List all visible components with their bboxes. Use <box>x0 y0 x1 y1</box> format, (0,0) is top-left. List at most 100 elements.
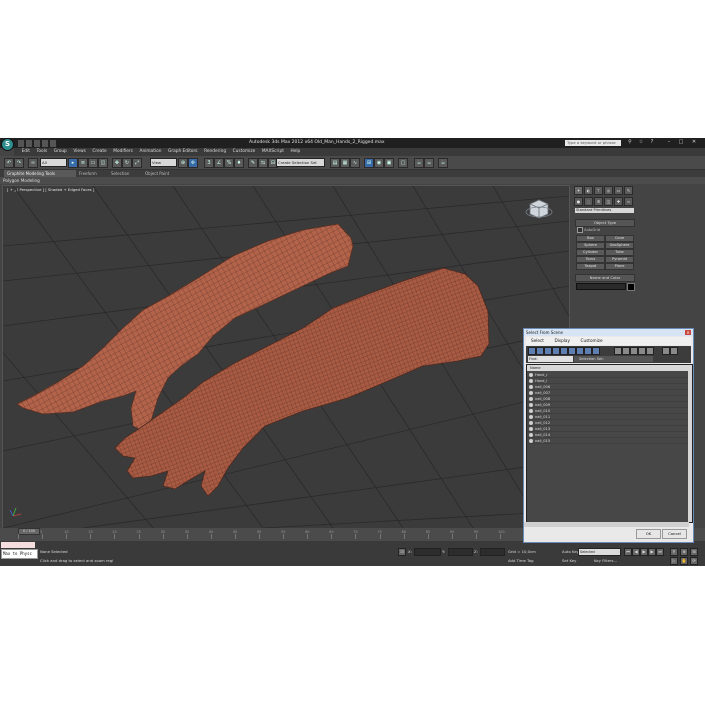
find-case-icon[interactable] <box>662 347 670 355</box>
rotate-icon[interactable]: ↻ <box>122 158 132 168</box>
dialog-title-bar[interactable]: Select From Scene ✕ <box>524 329 693 336</box>
undo-icon[interactable] <box>41 139 49 148</box>
box-button[interactable]: Box <box>576 235 605 242</box>
prev-frame-icon[interactable]: ◀ <box>632 548 640 556</box>
display-children-icon[interactable] <box>638 347 646 355</box>
link-icon[interactable]: ∞ <box>28 158 38 168</box>
menu-tools[interactable]: Tools <box>37 148 48 156</box>
layer-manager-icon[interactable]: ▤ <box>330 158 340 168</box>
key-filters-button[interactable]: Key Filters... <box>594 558 617 563</box>
app-logo-icon[interactable]: S <box>1 138 14 151</box>
select-invert-icon[interactable] <box>630 347 638 355</box>
menu-graph-editors[interactable]: Graph Editors <box>168 148 198 156</box>
object-type-rollout[interactable]: Object Type <box>575 219 635 227</box>
window-crossing-icon[interactable]: ◫ <box>98 158 108 168</box>
menu-views[interactable]: Views <box>73 148 85 156</box>
display-helpers-icon[interactable] <box>560 347 568 355</box>
name-column-header[interactable]: Name <box>527 365 692 371</box>
mirror-icon[interactable]: ⇆ <box>258 158 268 168</box>
name-and-color-rollout[interactable]: Name and Color <box>575 274 635 282</box>
teapot-button[interactable]: Teapot <box>576 263 605 270</box>
list-item[interactable]: nail_015 <box>527 438 689 444</box>
filter-icon[interactable] <box>670 347 678 355</box>
cameras-icon[interactable]: ◫ <box>604 197 613 206</box>
percent-snap-icon[interactable]: % <box>224 158 234 168</box>
ok-button[interactable]: OK <box>636 529 661 539</box>
redo-icon[interactable]: ↷ <box>14 158 24 168</box>
play-icon[interactable]: ▶ <box>640 548 648 556</box>
field-of-view-icon[interactable]: ▷ <box>670 557 678 565</box>
pan-icon[interactable]: ✋ <box>680 557 688 565</box>
hierarchy-tab-icon[interactable]: ⊤ <box>594 186 603 195</box>
auto-key-button[interactable]: Auto Key <box>562 549 579 554</box>
open-file-icon[interactable] <box>25 139 33 148</box>
time-slider-thumb[interactable]: 0 / 100 <box>18 528 40 535</box>
reference-coordinate-dropdown[interactable]: View <box>150 158 177 167</box>
dialog-menu-select[interactable]: Select <box>531 337 544 345</box>
display-lights-icon[interactable] <box>544 347 552 355</box>
z-coordinate-field[interactable] <box>480 548 505 556</box>
cylinder-button[interactable]: Cylinder <box>576 249 605 256</box>
helpers-icon[interactable]: ✚ <box>614 197 623 206</box>
menu-create[interactable]: Create <box>92 148 106 156</box>
display-shapes-icon[interactable] <box>536 347 544 355</box>
curve-editor-icon[interactable]: ∿ <box>350 158 360 168</box>
spacewarps-icon[interactable]: ≈ <box>624 197 633 206</box>
move-icon[interactable]: ✥ <box>112 158 122 168</box>
scale-icon[interactable]: ⤢ <box>132 158 142 168</box>
x-coordinate-field[interactable] <box>414 548 441 556</box>
select-none-icon[interactable] <box>622 347 630 355</box>
cone-button[interactable]: Cone <box>605 235 634 242</box>
torus-button[interactable]: Torus <box>576 256 605 263</box>
render-iterative-icon[interactable]: ☕ <box>424 158 434 168</box>
autogrid-checkbox[interactable]: AutoGrid <box>577 227 633 233</box>
menu-help[interactable]: Help <box>290 148 300 156</box>
object-color-swatch[interactable] <box>627 283 635 291</box>
dialog-menu-customize[interactable]: Customize <box>581 337 603 345</box>
minimize-button[interactable]: – <box>664 139 674 146</box>
motion-tab-icon[interactable]: ◎ <box>604 186 613 195</box>
object-name-field[interactable] <box>576 283 626 290</box>
zoom-all-icon[interactable]: ⊕ <box>680 548 688 556</box>
selection-set-dropdown[interactable]: Selection Set: <box>574 356 653 362</box>
list-scrollbar[interactable] <box>688 371 692 522</box>
menu-edit[interactable]: Edit <box>22 148 30 156</box>
close-button[interactable]: ✕ <box>689 139 699 146</box>
utilities-tab-icon[interactable]: ✎ <box>624 186 633 195</box>
primitive-category-dropdown[interactable]: Standard Primitives <box>575 208 634 213</box>
tab-selection[interactable]: Selection <box>108 170 132 177</box>
selection-filter-dropdown[interactable]: All <box>40 158 67 167</box>
tab-freeform[interactable]: Freeform <box>76 170 100 177</box>
select-all-icon[interactable] <box>614 347 622 355</box>
go-to-start-icon[interactable]: ⏮ <box>624 548 632 556</box>
dialog-close-button[interactable]: ✕ <box>685 330 691 335</box>
display-spacewarps-icon[interactable] <box>568 347 576 355</box>
pyramid-button[interactable]: Pyramid <box>605 256 634 263</box>
render-production-icon[interactable]: ☕ <box>414 158 424 168</box>
menu-customize[interactable]: Customize <box>233 148 256 156</box>
spinner-snap-icon[interactable]: ♦ <box>234 158 244 168</box>
menu-modifiers[interactable]: Modifiers <box>113 148 133 156</box>
horizontal-scrollbar[interactable] <box>524 522 689 527</box>
select-manipulate-icon[interactable]: ✜ <box>188 158 198 168</box>
cancel-button[interactable]: Cancel <box>662 529 687 539</box>
star-icon[interactable]: ☆ <box>636 139 646 146</box>
menu-group[interactable]: Group <box>54 148 67 156</box>
rectangle-selection-icon[interactable]: ▭ <box>88 158 98 168</box>
new-file-icon[interactable] <box>17 139 25 148</box>
orbit-icon[interactable]: ⟳ <box>690 557 698 565</box>
maxscript-listener[interactable] <box>1 542 35 548</box>
render-activeshade-icon[interactable]: ☕ <box>438 158 448 168</box>
sort-icon[interactable] <box>646 347 654 355</box>
search-input[interactable]: Type a keyword or phrase <box>565 140 621 146</box>
select-object-icon[interactable]: ▸ <box>68 158 78 168</box>
shapes-icon[interactable]: ◌ <box>584 197 593 206</box>
undo-icon[interactable]: ↶ <box>4 158 14 168</box>
search-icon[interactable]: ⚲ <box>625 139 635 146</box>
add-time-tag[interactable]: Add Time Tag <box>508 558 533 563</box>
tube-button[interactable]: Tube <box>605 249 634 256</box>
snap-toggle-icon[interactable]: 3 <box>204 158 214 168</box>
render-setup-icon[interactable]: ▣ <box>384 158 394 168</box>
geosphere-button[interactable]: GeoSphere <box>605 242 634 249</box>
display-cameras-icon[interactable] <box>552 347 560 355</box>
